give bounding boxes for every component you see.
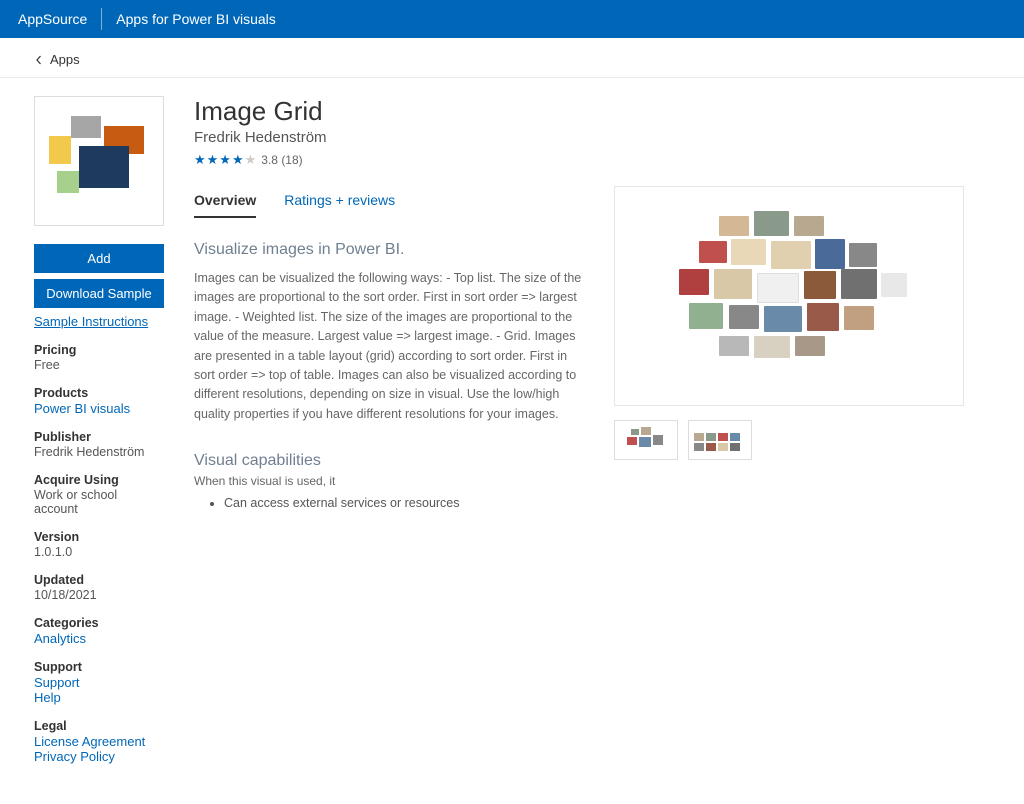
meta-updated: Updated 10/18/2021 bbox=[34, 573, 164, 602]
capability-item: Can access external services or resource… bbox=[224, 496, 584, 510]
top-bar: AppSource Apps for Power BI visuals bbox=[0, 0, 1024, 38]
star-icons: ★★★★★ bbox=[194, 152, 257, 168]
thumbnail-1[interactable] bbox=[614, 420, 678, 460]
products-link[interactable]: Power BI visuals bbox=[34, 401, 164, 416]
license-link[interactable]: License Agreement bbox=[34, 734, 164, 749]
tab-ratings[interactable]: Ratings + reviews bbox=[284, 186, 395, 218]
meta-acquire: Acquire Using Work or school account bbox=[34, 473, 164, 516]
main-column: Image Grid Fredrik Hedenström ★★★★★ 3.8 … bbox=[194, 96, 584, 764]
chevron-left-icon bbox=[34, 55, 44, 65]
support-link[interactable]: Support bbox=[34, 675, 164, 690]
overview-description: Images can be visualized the following w… bbox=[194, 269, 584, 424]
meta-products: Products Power BI visuals bbox=[34, 386, 164, 416]
overview-headline: Visualize images in Power BI. bbox=[194, 241, 584, 259]
capabilities-heading: Visual capabilities bbox=[194, 452, 584, 470]
rating-row[interactable]: ★★★★★ 3.8 (18) bbox=[194, 152, 584, 168]
topbar-divider bbox=[101, 8, 102, 30]
sample-instructions-link[interactable]: Sample Instructions bbox=[34, 314, 148, 329]
meta-legal: Legal License Agreement Privacy Policy bbox=[34, 719, 164, 764]
meta-version: Version 1.0.1.0 bbox=[34, 530, 164, 559]
thumbnail-2[interactable] bbox=[688, 420, 752, 460]
capabilities-subtext: When this visual is used, it bbox=[194, 474, 584, 488]
breadcrumb[interactable]: Apps bbox=[0, 38, 1024, 78]
preview-image-large[interactable] bbox=[614, 186, 964, 406]
tabs: Overview Ratings + reviews bbox=[194, 186, 584, 219]
tab-overview[interactable]: Overview bbox=[194, 186, 256, 218]
meta-publisher: Publisher Fredrik Hedenström bbox=[34, 430, 164, 459]
capabilities-list: Can access external services or resource… bbox=[194, 496, 584, 510]
rating-count: (18) bbox=[281, 153, 302, 167]
add-button[interactable]: Add bbox=[34, 244, 164, 273]
appsource-brand[interactable]: AppSource bbox=[18, 11, 87, 27]
app-icon bbox=[34, 96, 164, 226]
app-author: Fredrik Hedenström bbox=[194, 129, 584, 146]
app-title: Image Grid bbox=[194, 96, 584, 127]
preview-column bbox=[614, 96, 1004, 764]
rating-value: 3.8 bbox=[261, 153, 278, 167]
help-link[interactable]: Help bbox=[34, 690, 164, 705]
preview-thumbnails bbox=[614, 420, 1004, 460]
download-sample-button[interactable]: Download Sample bbox=[34, 279, 164, 308]
breadcrumb-back-label: Apps bbox=[50, 52, 80, 67]
left-sidebar: Add Download Sample Sample Instructions … bbox=[34, 96, 164, 764]
categories-link[interactable]: Analytics bbox=[34, 631, 164, 646]
meta-pricing: Pricing Free bbox=[34, 343, 164, 372]
topbar-subtitle[interactable]: Apps for Power BI visuals bbox=[116, 11, 276, 27]
meta-support: Support Support Help bbox=[34, 660, 164, 705]
meta-categories: Categories Analytics bbox=[34, 616, 164, 646]
privacy-link[interactable]: Privacy Policy bbox=[34, 749, 164, 764]
